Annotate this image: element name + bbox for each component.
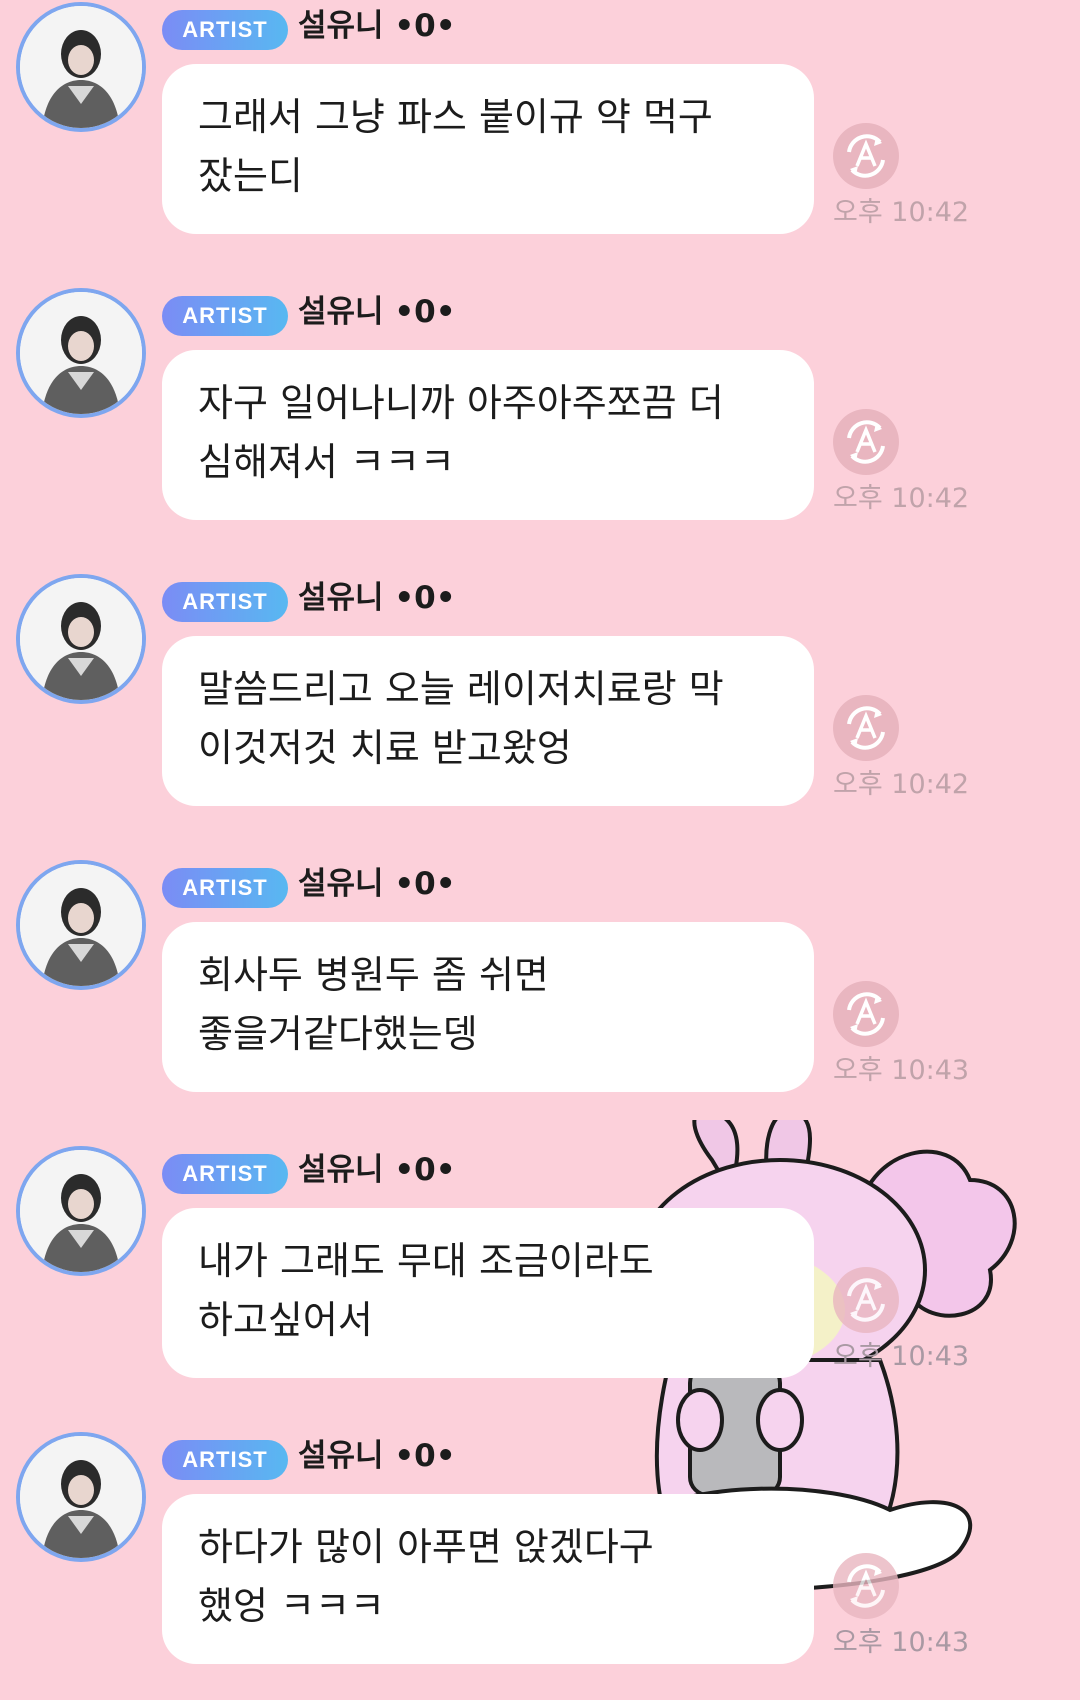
sender-name: 설유니 •0•	[298, 1438, 456, 1474]
profile-photo-icon	[20, 6, 142, 128]
chat-message: ARTIST 설유니 •0• 회사두 병원두 좀 쉬면 좋을거같다했는뎅 오후 …	[0, 858, 1080, 1128]
artist-badge: ARTIST	[162, 1154, 288, 1194]
message-bubble[interactable]: 회사두 병원두 좀 쉬면 좋을거같다했는뎅	[162, 922, 814, 1092]
avatar[interactable]	[16, 1432, 146, 1562]
chat-message: ARTIST 설유니 •0• 그래서 그냥 파스 붙이규 약 먹구 잤는디 오후…	[0, 0, 1080, 270]
auto-translate-icon[interactable]	[832, 1266, 900, 1334]
message-timestamp: 오후 10:43	[833, 1055, 970, 1086]
message-bubble[interactable]: 말씀드리고 오늘 레이저치료랑 막 이것저것 치료 받고왔엉	[162, 636, 814, 806]
message-timestamp: 오후 10:42	[833, 483, 970, 514]
profile-photo-icon	[20, 1436, 142, 1558]
sender-name: 설유니 •0•	[298, 294, 456, 330]
auto-translate-icon[interactable]	[832, 1552, 900, 1620]
message-timestamp: 오후 10:43	[833, 1341, 970, 1372]
sender-name: 설유니 •0•	[298, 580, 456, 616]
message-bubble[interactable]: 그래서 그냥 파스 붙이규 약 먹구 잤는디	[162, 64, 814, 234]
avatar[interactable]	[16, 2, 146, 132]
avatar[interactable]	[16, 1146, 146, 1276]
artist-badge: ARTIST	[162, 10, 288, 50]
artist-badge: ARTIST	[162, 296, 288, 336]
sender-name: 설유니 •0•	[298, 866, 456, 902]
artist-badge: ARTIST	[162, 582, 288, 622]
message-bubble[interactable]: 내가 그래도 무대 조금이라도 하고싶어서	[162, 1208, 814, 1378]
message-bubble[interactable]: 자구 일어나니까 아주아주쪼끔 더 심해져서 ㅋㅋㅋ	[162, 350, 814, 520]
message-timestamp: 오후 10:43	[833, 1627, 970, 1658]
chat-message: ARTIST 설유니 •0• 말씀드리고 오늘 레이저치료랑 막 이것저것 치료…	[0, 572, 1080, 842]
auto-translate-icon[interactable]	[832, 980, 900, 1048]
chat-message: ARTIST 설유니 •0• 내가 그래도 무대 조금이라도 하고싶어서 오후 …	[0, 1144, 1080, 1414]
auto-translate-icon[interactable]	[832, 122, 900, 190]
artist-badge: ARTIST	[162, 1440, 288, 1480]
chat-message: ARTIST 설유니 •0• 하다가 많이 아푸면 앉겠다구 했엉 ㅋㅋㅋ 오후…	[0, 1430, 1080, 1700]
sender-name: 설유니 •0•	[298, 8, 456, 44]
artist-badge: ARTIST	[162, 868, 288, 908]
avatar[interactable]	[16, 288, 146, 418]
profile-photo-icon	[20, 578, 142, 700]
chat-message: ARTIST 설유니 •0• 자구 일어나니까 아주아주쪼끔 더 심해져서 ㅋㅋ…	[0, 286, 1080, 556]
profile-photo-icon	[20, 864, 142, 986]
profile-photo-icon	[20, 292, 142, 414]
avatar[interactable]	[16, 860, 146, 990]
sender-name: 설유니 •0•	[298, 1152, 456, 1188]
message-timestamp: 오후 10:42	[833, 197, 970, 228]
message-bubble[interactable]: 하다가 많이 아푸면 앉겠다구 했엉 ㅋㅋㅋ	[162, 1494, 814, 1664]
auto-translate-icon[interactable]	[832, 694, 900, 762]
auto-translate-icon[interactable]	[832, 408, 900, 476]
message-timestamp: 오후 10:42	[833, 769, 970, 800]
profile-photo-icon	[20, 1150, 142, 1272]
avatar[interactable]	[16, 574, 146, 704]
chat-message-list: ARTIST 설유니 •0• 그래서 그냥 파스 붙이규 약 먹구 잤는디 오후…	[0, 0, 1080, 1664]
